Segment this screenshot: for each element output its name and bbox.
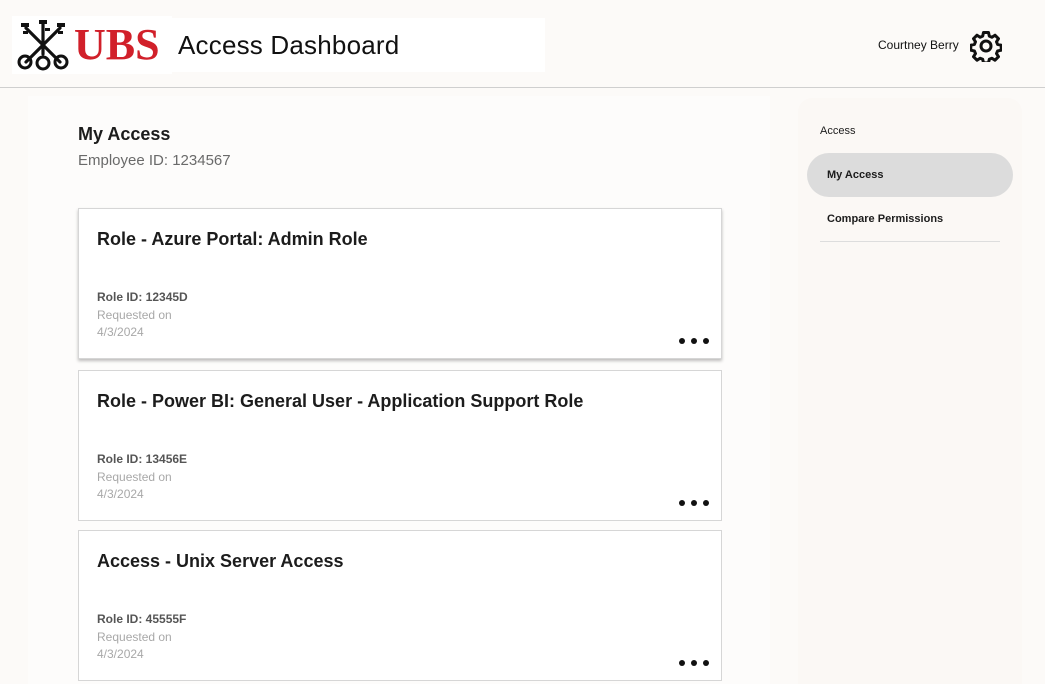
requested-label: Requested on	[97, 308, 172, 322]
more-options-icon[interactable]	[679, 498, 709, 508]
requested-date: 4/3/2024	[97, 487, 144, 501]
user-name[interactable]: Courtney Berry	[878, 38, 959, 52]
access-card[interactable]: Role - Azure Portal: Admin Role Role ID:…	[78, 208, 722, 359]
requested-date: 4/3/2024	[97, 647, 144, 661]
brand-name: UBS	[74, 20, 160, 69]
card-title: Role - Azure Portal: Admin Role	[97, 229, 368, 249]
sidebar-heading: Access	[820, 125, 856, 137]
role-id: Role ID: 13456E	[97, 452, 188, 466]
more-options-icon[interactable]	[679, 336, 709, 346]
card-title: Access - Unix Server Access	[97, 551, 344, 571]
more-options-icon[interactable]	[679, 658, 709, 668]
ubs-logo[interactable]: UBS	[12, 16, 172, 74]
requested-date: 4/3/2024	[97, 325, 144, 339]
requested-label: Requested on	[97, 470, 172, 484]
sidebar-item-my-access[interactable]: My Access	[807, 153, 1013, 197]
card-title: Role - Power BI: General User - Applicat…	[97, 391, 584, 411]
sidebar-item-compare-permissions[interactable]: Compare Permissions	[807, 197, 1013, 241]
access-card[interactable]: Access - Unix Server Access Role ID: 455…	[78, 530, 722, 681]
top-header: UBS Access Dashboard Courtney Berry	[0, 0, 1045, 88]
role-id: Role ID: 12345D	[97, 290, 188, 304]
access-card[interactable]: Role - Power BI: General User - Applicat…	[78, 370, 722, 521]
requested-label: Requested on	[97, 630, 172, 644]
page-title: My Access	[78, 124, 171, 144]
sidebar-divider	[820, 241, 1000, 242]
gear-icon[interactable]	[970, 30, 1002, 62]
role-id: Role ID: 45555F	[97, 612, 187, 626]
crossed-keys-icon	[17, 20, 69, 71]
app-title: Access Dashboard	[178, 30, 400, 60]
employee-id: Employee ID: 1234567	[78, 152, 231, 169]
